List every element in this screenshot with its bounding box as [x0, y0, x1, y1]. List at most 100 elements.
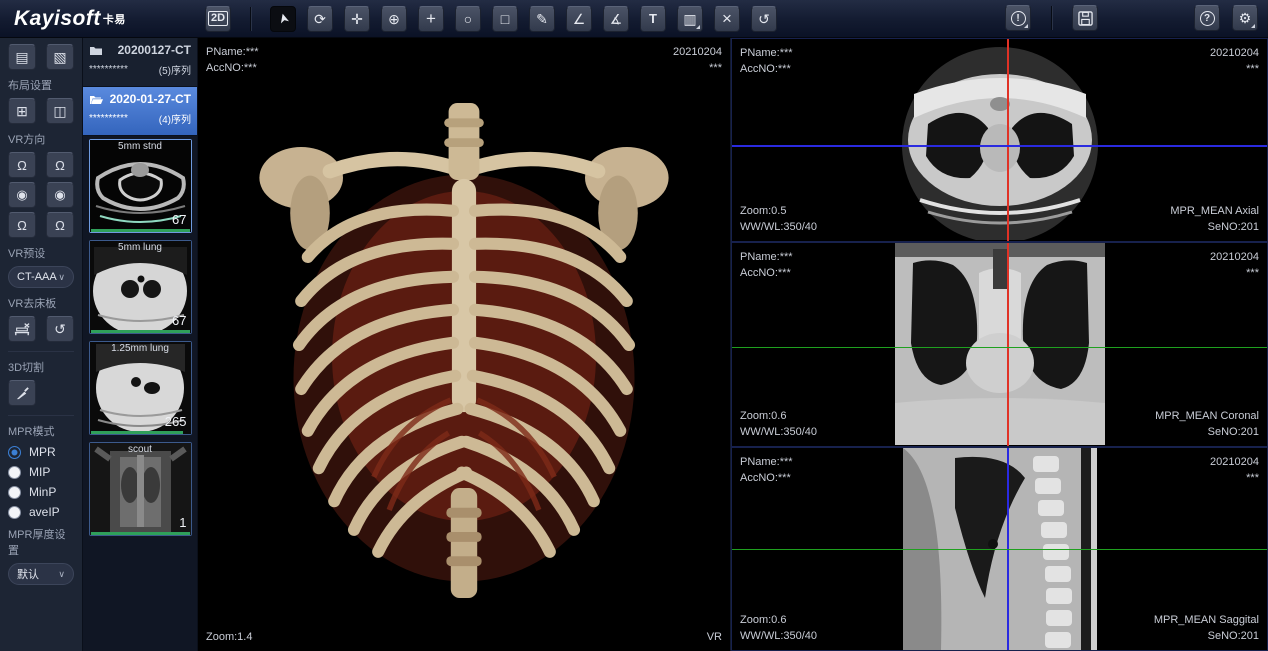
- cobb-angle-tool-button[interactable]: ∡: [603, 6, 629, 32]
- patient-info-button[interactable]: !: [1005, 5, 1031, 31]
- ellipse-tool-button[interactable]: ○: [455, 6, 481, 32]
- minp-option-label: MinP: [29, 485, 56, 499]
- thumbnail-image-count: 265: [165, 414, 187, 429]
- grid-2x2-icon: ⊞: [16, 103, 28, 120]
- coronal-study-overlay: 20210204 ***: [1210, 249, 1259, 281]
- viewport-mpr-axial[interactable]: PName:*** AccNO:*** 20210204 *** Zoom:0.…: [731, 38, 1268, 242]
- thumbnail-label: 1.25mm lung: [90, 343, 191, 354]
- axial-series-overlay: MPR_MEAN Axial SeNO:201: [1170, 203, 1259, 235]
- logo-suffix: 卡易: [103, 14, 126, 26]
- top-toolbar: Kayisoft卡易 2D ➤ ⟳ ✛ ⊕ + ○ □ ✎ ∠ ∡ T ▥ × …: [0, 0, 1268, 38]
- tool-group: 2D ➤ ⟳ ✛ ⊕ + ○ □ ✎ ∠ ∡ T ▥ × ↺: [205, 6, 777, 32]
- angle-tool-button[interactable]: ∠: [566, 6, 592, 32]
- vr-direction-inferior-button[interactable]: Ω: [46, 212, 74, 238]
- mpr-mode-option-mpr[interactable]: MPR: [8, 445, 74, 459]
- coronal-crosshair-horizontal[interactable]: [732, 347, 1267, 349]
- report-panel-toggle-button[interactable]: ▧: [46, 44, 74, 70]
- study-patient-masked: **********: [89, 113, 128, 124]
- thumbnail-image-count: 1: [179, 515, 186, 530]
- vr-study-overlay: 20210204 ***: [673, 44, 722, 76]
- cursor-tool-button[interactable]: ➤: [270, 6, 296, 32]
- mpr-mode-option-aveip[interactable]: aveIP: [8, 505, 74, 519]
- vr-direction-label: VR方向: [8, 131, 74, 147]
- text-annotation-tool-button[interactable]: T: [640, 6, 666, 32]
- remove-bed-button[interactable]: [8, 316, 36, 342]
- mpr-mode-option-minp[interactable]: MinP: [8, 485, 74, 499]
- sagittal-masked: ***: [1210, 470, 1259, 486]
- vr-direction-right-button[interactable]: Ω: [46, 152, 74, 178]
- thumbnail-progress-bar: [91, 229, 190, 232]
- panel-list-icon: ▤: [15, 49, 28, 66]
- radio-selected-icon: [8, 446, 21, 459]
- reset-tool-button[interactable]: ↺: [751, 6, 777, 32]
- delete-annotation-tool-button[interactable]: ×: [714, 6, 740, 32]
- vr-direction-anterior-button[interactable]: ◉: [8, 182, 36, 208]
- reset-bed-button[interactable]: ↺: [46, 316, 74, 342]
- cut-3d-knife-button[interactable]: [8, 380, 36, 406]
- window-level-tool-button[interactable]: ▥: [677, 6, 703, 32]
- coronal-crosshair-vertical[interactable]: [1007, 243, 1009, 445]
- help-question-icon: ?: [1200, 11, 1215, 26]
- sidebar-divider: [8, 415, 74, 416]
- study-item-20200127[interactable]: 20200127-CT ********** (5)序列: [83, 38, 197, 87]
- layout-2d-icon: 2D: [208, 11, 228, 26]
- axial-label: MPR_MEAN Axial: [1170, 203, 1259, 219]
- vr-direction-left-button[interactable]: Ω: [8, 152, 36, 178]
- study-item-2020-01-27[interactable]: 2020-01-27-CT ********** (4)序列: [83, 87, 197, 136]
- settings-button[interactable]: ⚙: [1232, 5, 1258, 31]
- zoom-in-tool-button[interactable]: ⊕: [381, 6, 407, 32]
- series-thumbnail-scout[interactable]: scout 1: [89, 442, 192, 536]
- vr-preset-dropdown[interactable]: CT-AAA ∨: [8, 266, 74, 288]
- layout-main-side-button[interactable]: ◫: [46, 98, 74, 124]
- pan-tool-button[interactable]: ✛: [344, 6, 370, 32]
- viewport-mpr-sagittal[interactable]: PName:*** AccNO:*** 20210204 *** Zoom:0.…: [731, 447, 1268, 651]
- coronal-zoom-overlay: Zoom:0.6 WW/WL:350/40: [740, 408, 817, 440]
- sagittal-zoom: Zoom:0.6: [740, 612, 817, 628]
- axial-zoom: Zoom:0.5: [740, 203, 817, 219]
- axial-wwwl: WW/WL:350/40: [740, 219, 817, 235]
- layout-2d-button[interactable]: 2D: [205, 6, 231, 32]
- magnifier-plus-icon: ⊕: [388, 12, 400, 26]
- mpr-thickness-label: MPR厚度设置: [8, 526, 74, 558]
- rectangle-tool-button[interactable]: □: [492, 6, 518, 32]
- mpr-mode-option-mip[interactable]: MIP: [8, 465, 74, 479]
- series-panel-toggle-button[interactable]: ▤: [8, 44, 36, 70]
- help-button[interactable]: ?: [1194, 5, 1220, 31]
- angle-icon: ∠: [573, 12, 586, 26]
- vr-preset-value: CT-AAA: [17, 271, 57, 283]
- bed-remove-icon: [14, 322, 30, 336]
- axial-crosshair-vertical[interactable]: [1007, 39, 1009, 241]
- coronal-masked: ***: [1210, 265, 1259, 281]
- layout-grid-2x2-button[interactable]: ⊞: [8, 98, 36, 124]
- vr-direction-superior-button[interactable]: Ω: [8, 212, 36, 238]
- series-thumbnail-5mm-stnd[interactable]: 5mm stnd 67: [89, 139, 192, 233]
- series-thumbnail-1-25mm-lung[interactable]: 1.25mm lung 265: [89, 341, 192, 435]
- head-bottom-icon: Ω: [55, 218, 65, 233]
- rotate-3d-icon: ⟳: [314, 12, 326, 26]
- folder-closed-icon: [89, 45, 103, 56]
- head-left-icon: Ω: [17, 158, 27, 173]
- axial-pname: PName:***: [740, 45, 793, 61]
- viewport-mpr-coronal[interactable]: PName:*** AccNO:*** 20210204 *** Zoom:0.…: [731, 242, 1268, 446]
- axial-crosshair-horizontal[interactable]: [732, 145, 1267, 147]
- scalpel-icon: [15, 386, 30, 401]
- delete-x-icon: ×: [722, 10, 732, 27]
- face-back-icon: ◉: [54, 187, 65, 203]
- vr-direction-posterior-button[interactable]: ◉: [46, 182, 74, 208]
- mpr-thickness-dropdown[interactable]: 默认 ∨: [8, 563, 74, 585]
- vr-patient-overlay: PName:*** AccNO:***: [206, 44, 259, 76]
- study-series-count: (4)序列: [159, 111, 191, 126]
- length-tool-button[interactable]: ✎: [529, 6, 555, 32]
- series-thumbnail-5mm-lung[interactable]: 5mm lung 67: [89, 240, 192, 334]
- head-top-icon: Ω: [17, 218, 27, 233]
- mpr-thickness-value: 默认: [17, 566, 39, 582]
- sagittal-crosshair-horizontal[interactable]: [732, 549, 1267, 551]
- study-title: 2020-01-27-CT: [110, 92, 191, 106]
- localize-tool-button[interactable]: +: [418, 6, 444, 32]
- vr-viewport[interactable]: PName:*** AccNO:*** 20210204 *** Zoom:1.…: [198, 38, 731, 651]
- vr-pname: PName:***: [206, 44, 259, 60]
- save-button[interactable]: [1072, 5, 1098, 31]
- rotate-3d-tool-button[interactable]: ⟳: [307, 6, 333, 32]
- axial-study-date: 20210204: [1210, 45, 1259, 61]
- mpr-mode-label: MPR模式: [8, 423, 74, 439]
